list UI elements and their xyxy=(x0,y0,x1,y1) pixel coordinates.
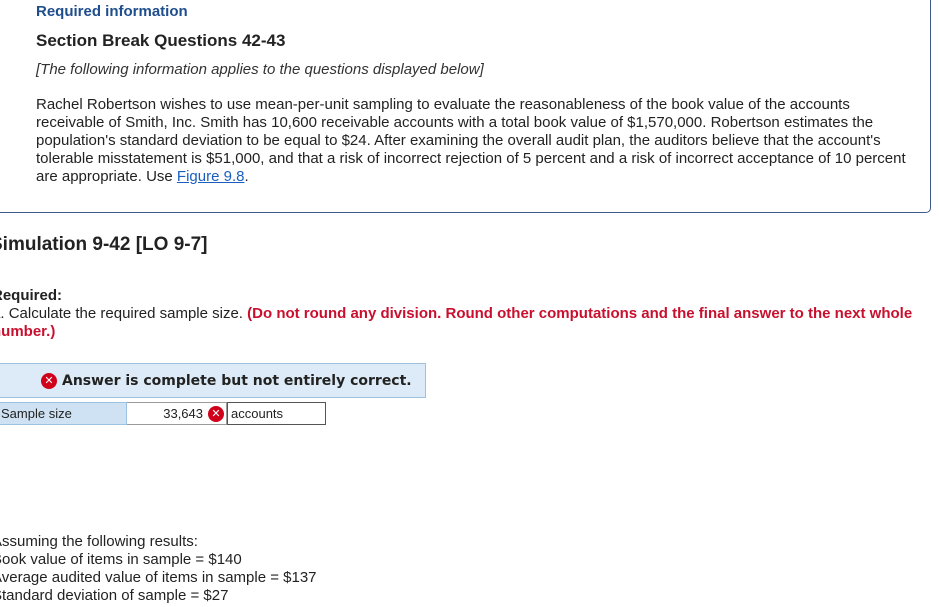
section-break-title: Section Break Questions 42-43 xyxy=(36,31,286,50)
required-information-heading: Required information xyxy=(36,3,188,20)
incorrect-x-icon: ✕ xyxy=(208,405,224,422)
page: Required information Section Break Quest… xyxy=(0,0,939,607)
unit-label: accounts xyxy=(227,402,326,425)
sample-size-value: 33,643 xyxy=(163,406,203,421)
question-text: a. Calculate the required sample size. (… xyxy=(0,305,937,341)
figure-link[interactable]: Figure 9.8 xyxy=(177,168,245,185)
sample-size-label: Sample size xyxy=(0,402,127,425)
simulation-title: Simulation 9-42 [LO 9-7] xyxy=(0,234,208,255)
scenario-end: . xyxy=(244,168,249,185)
result-line: Average audited value of items in sample… xyxy=(0,569,317,586)
answer-status-text: Answer is complete but not entirely corr… xyxy=(62,372,412,389)
answer-row: Sample size 33,643 ✕ accounts xyxy=(0,402,326,425)
result-line: Standard deviation of sample = $27 xyxy=(0,587,229,604)
results-intro: Assuming the following results: xyxy=(0,533,198,550)
scenario-paragraph: Rachel Robertson wishes to use mean-per-… xyxy=(36,96,906,186)
question-body: Calculate the required sample size. xyxy=(8,305,248,322)
results-block: Assuming the following results: Book val… xyxy=(0,533,317,605)
question-prefix: a. xyxy=(0,305,5,322)
required-label: Required: xyxy=(0,287,63,304)
sample-size-input[interactable]: 33,643 ✕ xyxy=(127,402,227,425)
answer-status-banner: ✕ Answer is complete but not entirely co… xyxy=(0,363,426,398)
applies-note: [The following information applies to th… xyxy=(36,61,484,78)
result-line: Book value of items in sample = $140 xyxy=(0,551,242,568)
scenario-text: Rachel Robertson wishes to use mean-per-… xyxy=(36,96,906,185)
incorrect-x-icon: ✕ xyxy=(41,372,57,389)
